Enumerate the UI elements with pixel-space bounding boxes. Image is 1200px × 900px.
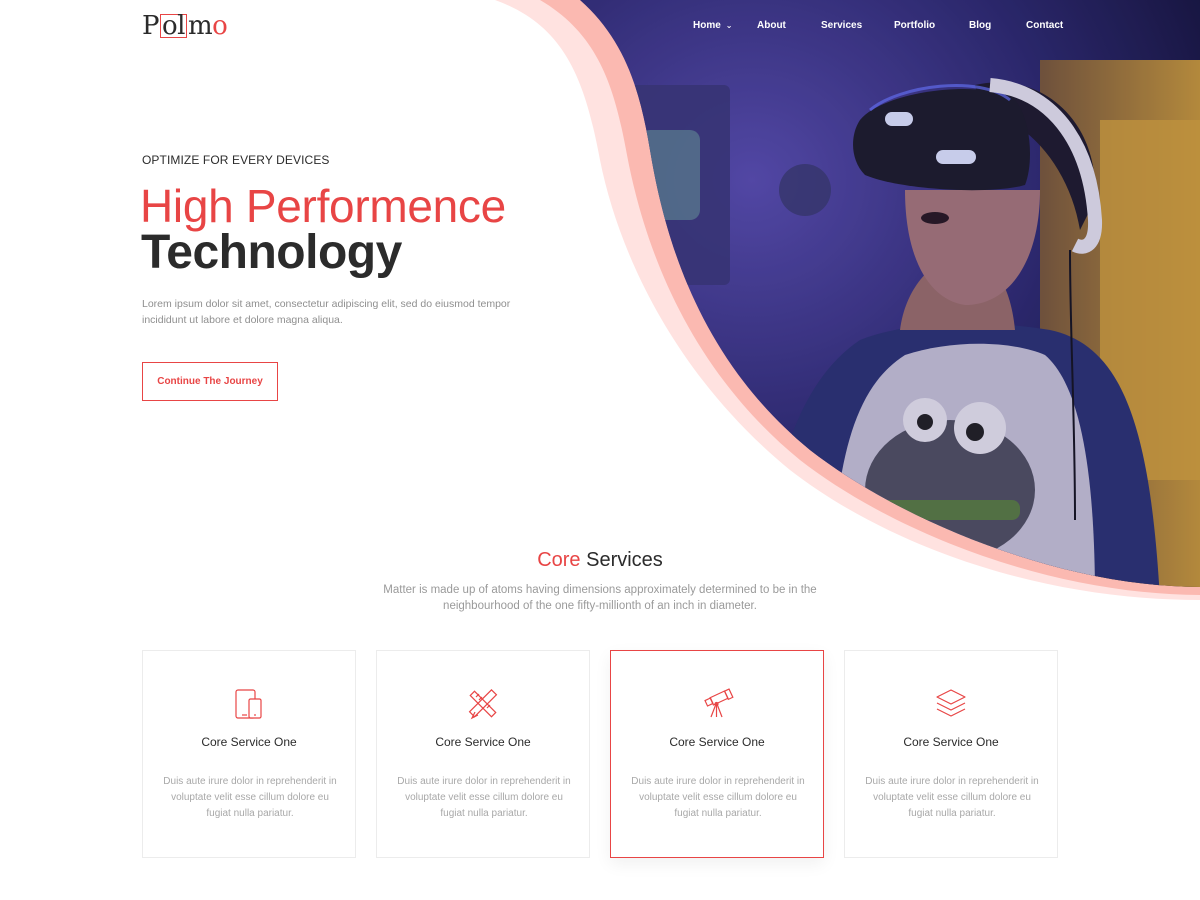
nav-item-label: Home: [693, 20, 721, 31]
service-card-title: Core Service One: [201, 735, 297, 749]
services-title-accent: Core: [537, 549, 581, 571]
devices-icon: [235, 689, 262, 719]
hero-description: Lorem ipsum dolor sit amet, consectetur …: [142, 298, 511, 326]
nav-item-label: About: [757, 20, 786, 31]
nav-item-label: Portfolio: [894, 20, 936, 31]
nav-item-label: Services: [821, 20, 863, 31]
nav-item-contact[interactable]: Contact: [1026, 15, 1063, 37]
chevron-down-icon: ⌄: [725, 21, 733, 30]
continue-journey-button[interactable]: Continue The Journey: [142, 362, 278, 401]
nav-item-blog[interactable]: Blog: [969, 15, 991, 37]
service-card[interactable]: Core Service One Duis aute irure dolor i…: [142, 650, 356, 858]
hero-headline-main: Technology: [141, 226, 402, 279]
service-card-text: Duis aute irure dolor in reprehenderit i…: [865, 776, 1039, 819]
service-card-text: Duis aute irure dolor in reprehenderit i…: [163, 776, 337, 819]
design-tools-icon: [468, 689, 498, 720]
service-card-title: Core Service One: [669, 735, 765, 749]
hero-eyebrow: OPTIMIZE FOR EVERY DEVICES: [142, 153, 330, 167]
services-title-rest: Services: [580, 549, 663, 571]
main-nav: Home ⌄ About Services Portfolio Blog Cont…: [0, 15, 1200, 37]
nav-item-services[interactable]: Services: [821, 15, 862, 37]
service-card-title: Core Service One: [903, 735, 999, 749]
services-title: Core Services: [0, 545, 1200, 575]
layers-icon: [936, 689, 966, 717]
service-card-text: Duis aute irure dolor in reprehenderit i…: [631, 776, 805, 819]
service-card[interactable]: Core Service One Duis aute irure dolor i…: [844, 650, 1058, 858]
service-card-text: Duis aute irure dolor in reprehenderit i…: [397, 776, 571, 819]
nav-item-home[interactable]: Home ⌄: [693, 15, 733, 37]
services-cards: Core Service One Duis aute irure dolor i…: [142, 650, 1058, 858]
service-card[interactable]: Core Service One Duis aute irure dolor i…: [376, 650, 590, 858]
nav-item-label: Blog: [969, 20, 992, 31]
nav-item-label: Contact: [1026, 20, 1064, 31]
service-card-title: Core Service One: [435, 735, 531, 749]
telescope-icon: [704, 688, 734, 718]
nav-item-portfolio[interactable]: Portfolio: [894, 15, 935, 37]
service-card[interactable]: Core Service One Duis aute irure dolor i…: [610, 650, 824, 858]
nav-item-about[interactable]: About: [757, 15, 786, 37]
services-description: Matter is made up of atoms having dimens…: [383, 584, 817, 612]
